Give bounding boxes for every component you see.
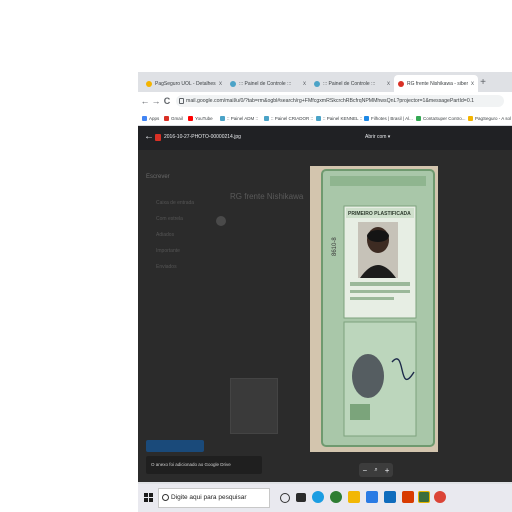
new-tab-button[interactable]: + (476, 75, 490, 91)
viewer-file-name: 2016-10-27-PHOTO-00000214.jpg (164, 134, 241, 140)
photos-icon[interactable] (418, 491, 430, 503)
id-card-photo: PRIMEIRO PLASTIFICADA 8610-8 (310, 166, 438, 452)
apps-grid-icon (142, 115, 147, 121)
browser-toolbar: ← → C mail.google.com/mail/u/0/?tab=rm&o… (138, 92, 512, 110)
browser-icon[interactable] (330, 491, 342, 503)
globe-icon (316, 115, 321, 121)
search-placeholder: Digite aqui para pesquisar (171, 494, 247, 501)
folder-starred[interactable]: Com estrela (156, 216, 183, 222)
painel-favicon-icon (230, 80, 236, 87)
reload-button[interactable]: C (162, 95, 172, 107)
browser-window: PagSeguro UOL - Detalhes da tr x ::: Pai… (138, 72, 512, 512)
folder-sent[interactable]: Enviados (156, 264, 177, 270)
tab-title: ::: Painel de Controle ::: (239, 80, 292, 87)
gmail-attachment-viewer: Escrever Caixa de entrada Com estrela Ad… (138, 126, 512, 482)
forward-button[interactable]: → (151, 95, 161, 107)
tab-pagseguro[interactable]: PagSeguro UOL - Detalhes da tr x (142, 75, 226, 92)
bookmark-label: :: Painel KENNEL :: (323, 115, 363, 121)
windows-start-icon[interactable] (144, 493, 153, 502)
painel-favicon-icon (314, 80, 320, 87)
attachment-thumbnail[interactable] (230, 378, 278, 434)
pagseguro-favicon-icon (146, 80, 152, 87)
bookmark-gmail[interactable]: Gmail (164, 114, 183, 122)
lock-icon (179, 98, 184, 104)
url-text: mail.google.com/mail/u/0/?tab=rm&ogbl#se… (186, 98, 475, 104)
tab-painel-controle-1[interactable]: ::: Painel de Controle ::: x (226, 75, 310, 92)
paw-icon (364, 115, 369, 121)
store-icon[interactable] (366, 491, 378, 503)
back-button[interactable]: ← (140, 95, 150, 107)
mail-icon[interactable] (384, 491, 396, 503)
compose-button[interactable]: Escrever (146, 174, 170, 180)
id-number-text: 8610-8 (332, 237, 338, 256)
gmail-icon (164, 115, 169, 121)
bookmark-apps[interactable]: Apps (142, 114, 159, 122)
bookmark-filhotes[interactable]: Filhotes | Brasil | Al... (364, 114, 413, 122)
bookmark-label: Apps (149, 115, 160, 121)
zoom-magnifier-icon[interactable]: ⌕ (374, 467, 377, 474)
gmail-favicon-icon (398, 80, 404, 87)
tab-painel-controle-2[interactable]: ::: Painel de Controle ::: x (310, 75, 394, 92)
viewer-header: ← 2016-10-27-PHOTO-00000214.jpg Abrir co… (138, 126, 512, 150)
zoom-in-button[interactable]: + (385, 466, 390, 475)
taskbar-search-box[interactable]: Digite aqui para pesquisar (158, 488, 270, 508)
edge-icon[interactable] (312, 491, 324, 503)
bookmarks-bar: Apps Gmail YouTube :: Painel ADM :: :: P… (138, 110, 512, 126)
bookmark-label: :: Painel ADM :: (227, 115, 259, 121)
bookmark-painel-criador[interactable]: :: Painel CRIADOR :: (264, 114, 313, 122)
sender-avatar (216, 216, 226, 226)
youtube-icon (188, 115, 193, 121)
globe-icon (264, 115, 269, 121)
pagseguro-icon (468, 115, 473, 121)
upgrade-storage-button[interactable] (146, 440, 204, 452)
bookmark-youtube[interactable]: YouTube (188, 114, 213, 122)
contasuper-icon (416, 115, 421, 121)
tab-rg-frente-gmail[interactable]: RG frente Nishikawa - sibernet@ x (394, 75, 478, 92)
tab-title: ::: Painel de Controle ::: (323, 80, 376, 87)
zoom-out-button[interactable]: − (363, 466, 368, 475)
folder-important[interactable]: Importante (156, 248, 180, 254)
open-with-label: Abrir com (365, 134, 387, 140)
cortana-icon[interactable] (280, 493, 290, 503)
tab-title: RG frente Nishikawa - sibernet@ (407, 80, 468, 87)
windows-taskbar: Digite aqui para pesquisar (138, 484, 512, 512)
close-tab-icon[interactable]: x (303, 81, 306, 87)
back-arrow-icon[interactable]: ← (144, 131, 154, 142)
close-tab-icon[interactable]: x (471, 81, 474, 87)
bookmark-label: YouTube (195, 115, 213, 121)
chrome-icon[interactable] (434, 491, 446, 503)
bookmark-label: :: Painel CRIADOR :: (271, 115, 314, 121)
globe-icon (220, 115, 225, 121)
tab-title: PagSeguro UOL - Detalhes da tr (155, 80, 216, 87)
close-tab-icon[interactable]: x (387, 81, 390, 87)
image-file-icon (155, 134, 161, 141)
file-explorer-icon[interactable] (348, 491, 360, 503)
bookmark-label: ContaSuper Contro... (423, 115, 466, 121)
id-card-image: PRIMEIRO PLASTIFICADA 8610-8 (310, 166, 438, 452)
zoom-controls: − ⌕ + (359, 463, 393, 477)
task-view-icon[interactable] (296, 493, 306, 502)
bookmark-label: Gmail (171, 115, 183, 121)
tab-strip: PagSeguro UOL - Detalhes da tr x ::: Pai… (138, 72, 512, 92)
office-icon[interactable] (402, 491, 414, 503)
bookmark-label: PagSeguro - A sol (475, 115, 512, 121)
bookmark-contasuper[interactable]: ContaSuper Contro... (416, 114, 466, 122)
folder-snoozed[interactable]: Adiados (156, 232, 174, 238)
drive-snackbar: O anexo foi adicionado ao Google Drive (146, 456, 262, 474)
id-stamp-text: PRIMEIRO PLASTIFICADA (348, 211, 411, 217)
search-icon (162, 494, 169, 501)
address-bar[interactable]: mail.google.com/mail/u/0/?tab=rm&ogbl#se… (176, 95, 504, 107)
close-tab-icon[interactable]: x (219, 81, 222, 87)
folder-inbox[interactable]: Caixa de entrada (156, 200, 194, 206)
bookmark-painel-kennel[interactable]: :: Painel KENNEL :: (316, 114, 362, 122)
bookmark-pagseguro[interactable]: PagSeguro - A sol (468, 114, 511, 122)
mail-subject: RG frente Nishikawa (230, 192, 304, 201)
bookmark-painel-adm[interactable]: :: Painel ADM :: (220, 114, 258, 122)
bookmark-label: Filhotes | Brasil | Al... (371, 115, 413, 121)
open-with-button[interactable]: Abrir com ▾ (362, 133, 393, 141)
